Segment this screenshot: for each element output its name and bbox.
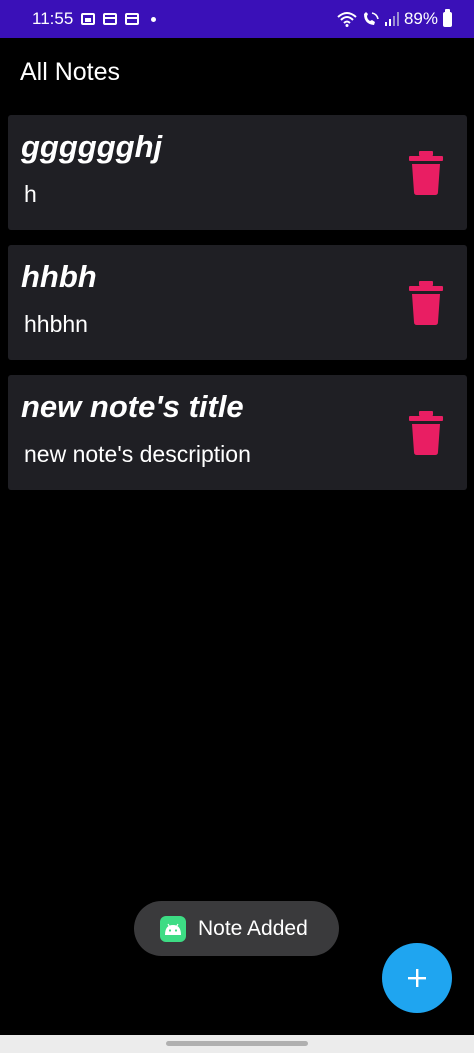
- calendar-notification-icon-2: [125, 13, 140, 25]
- trash-icon: [409, 151, 443, 195]
- more-notifications-dot-icon: [151, 16, 157, 22]
- note-title: new note's title: [21, 389, 244, 424]
- add-note-button[interactable]: [382, 943, 452, 1013]
- battery-percentage: 89%: [403, 9, 438, 28]
- android-icon: [160, 915, 186, 942]
- gallery-notification-icon: [81, 13, 96, 25]
- wifi-icon: [337, 12, 357, 27]
- notes-list: gggggghj h hhbh hhbhn new note's title n…: [8, 115, 467, 505]
- battery-icon: [443, 8, 452, 27]
- note-title: gggggghj: [21, 129, 163, 164]
- delete-note-button[interactable]: [409, 281, 443, 325]
- calendar-notification-icon: [103, 13, 118, 25]
- toast-message: Note Added: [134, 901, 339, 956]
- note-title: hhbh: [21, 259, 97, 294]
- note-card[interactable]: gggggghj h: [8, 115, 467, 230]
- status-time: 11:55: [32, 9, 74, 28]
- note-card[interactable]: new note's title new note's description: [8, 375, 467, 490]
- status-bar: 11:55 89%: [0, 0, 474, 38]
- wifi-calling-icon: [363, 12, 379, 25]
- note-description: h: [24, 181, 37, 207]
- toast-text: Note Added: [198, 916, 308, 940]
- plus-icon: [408, 969, 426, 987]
- trash-icon: [409, 281, 443, 325]
- delete-note-button[interactable]: [409, 151, 443, 195]
- gesture-handle[interactable]: [166, 1041, 308, 1046]
- page-title: All Notes: [20, 58, 121, 86]
- note-card[interactable]: hhbh hhbhn: [8, 245, 467, 360]
- signal-icon: [384, 12, 399, 26]
- trash-icon: [409, 411, 443, 455]
- note-description: hhbhn: [24, 311, 88, 337]
- delete-note-button[interactable]: [409, 411, 443, 455]
- status-left: 11:55: [32, 9, 157, 29]
- note-description: new note's description: [24, 441, 251, 467]
- navigation-bar: [0, 1035, 474, 1053]
- status-right: 89%: [337, 8, 452, 29]
